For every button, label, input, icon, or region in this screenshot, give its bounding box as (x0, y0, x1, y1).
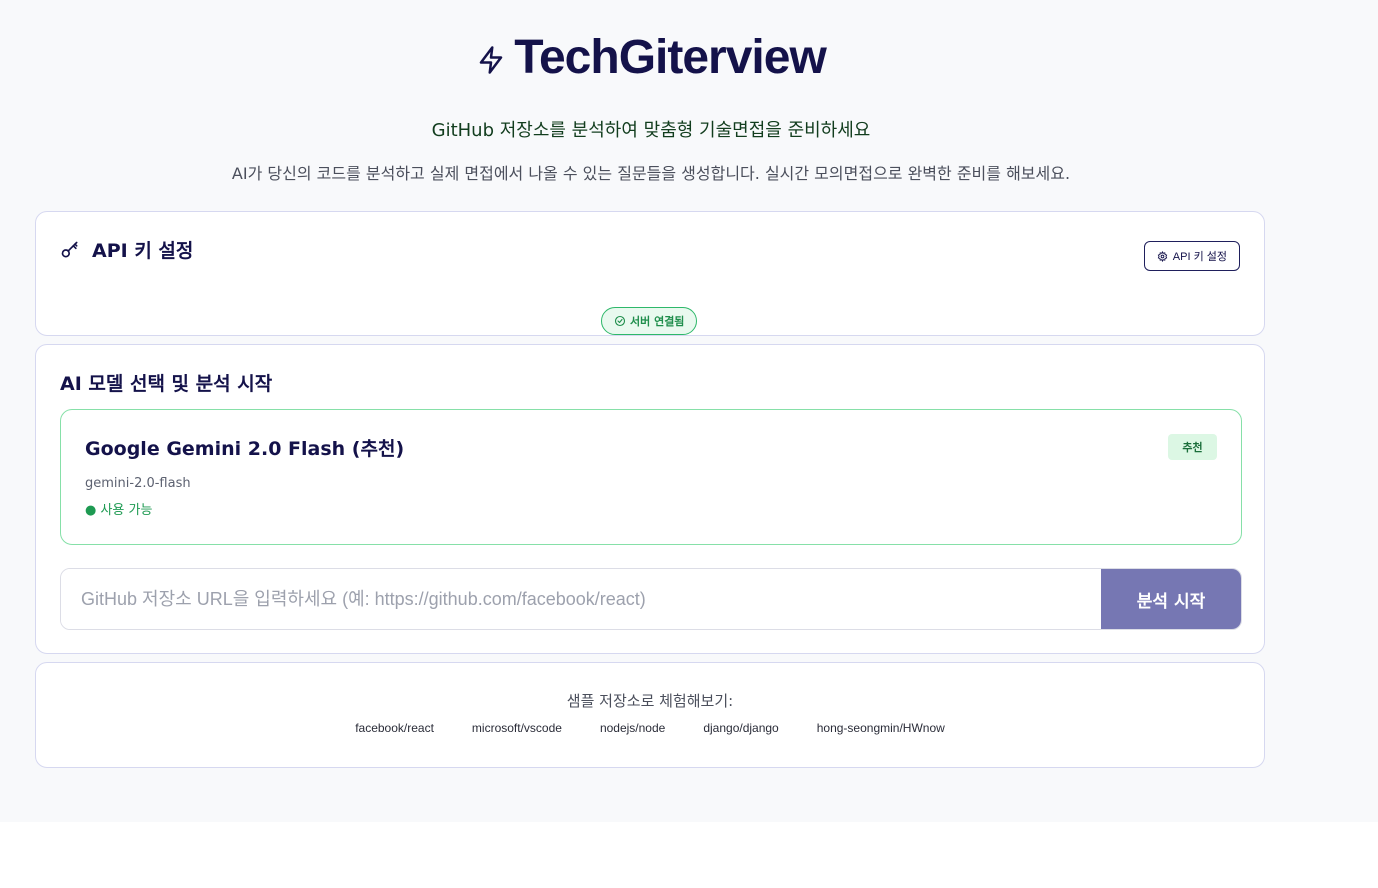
api-key-card: API 키 설정 API 키 설정 서버 연결됨 (35, 211, 1265, 336)
recommended-badge: 추천 (1168, 434, 1217, 460)
app-header: TechGiterview (0, 30, 1302, 85)
model-option-gemini[interactable]: Google Gemini 2.0 Flash (추천) 추천 gemini-2… (60, 409, 1242, 545)
model-section-title: AI 모델 선택 및 분석 시작 (60, 373, 273, 395)
api-key-settings-button[interactable]: API 키 설정 (1143, 241, 1240, 271)
model-id: gemini-2.0-flash (85, 476, 191, 491)
model-availability-status: ● 사용 가능 (85, 503, 153, 518)
server-status-badge: 서버 연결됨 (601, 307, 698, 335)
sample-repo-link[interactable]: nodejs/node (581, 719, 684, 737)
sample-repo-link[interactable]: facebook/react (336, 719, 453, 737)
model-name: Google Gemini 2.0 Flash (추천) (85, 438, 405, 460)
sample-repos-card: 샘플 저장소로 체험해보기: facebook/react microsoft/… (35, 662, 1265, 768)
sample-repo-list: facebook/react microsoft/vscode nodejs/n… (36, 719, 1264, 737)
bolt-icon (479, 45, 503, 74)
sample-repo-link[interactable]: django/django (684, 719, 797, 737)
model-selection-card: AI 모델 선택 및 분석 시작 Google Gemini 2.0 Flash… (35, 344, 1265, 654)
sample-repo-link[interactable]: microsoft/vscode (453, 719, 581, 737)
sample-repo-link[interactable]: hong-seongmin/HWnow (798, 719, 964, 737)
sample-repos-label: 샘플 저장소로 체험해보기: (566, 692, 734, 710)
key-icon (61, 241, 78, 257)
page-description: AI가 당신의 코드를 분석하고 실제 면접에서 나올 수 있는 질문들을 생성… (231, 164, 1071, 183)
app-title: TechGiterview (514, 31, 827, 84)
analyze-button[interactable]: 분석 시작 (1101, 569, 1241, 629)
repo-url-form: 분석 시작 (60, 568, 1242, 630)
repo-url-input[interactable] (61, 569, 1101, 629)
api-key-settings-label: API 키 설정 (1172, 251, 1227, 263)
gear-icon (1157, 250, 1168, 262)
api-key-title: API 키 설정 (92, 240, 194, 262)
server-status-label: 서버 연결됨 (630, 315, 685, 328)
api-key-header: API 키 설정 (60, 236, 193, 263)
page-subtitle: GitHub 저장소를 분석하여 맞춤형 기술면접을 준비하세요 (431, 120, 871, 141)
check-circle-icon (614, 315, 626, 327)
